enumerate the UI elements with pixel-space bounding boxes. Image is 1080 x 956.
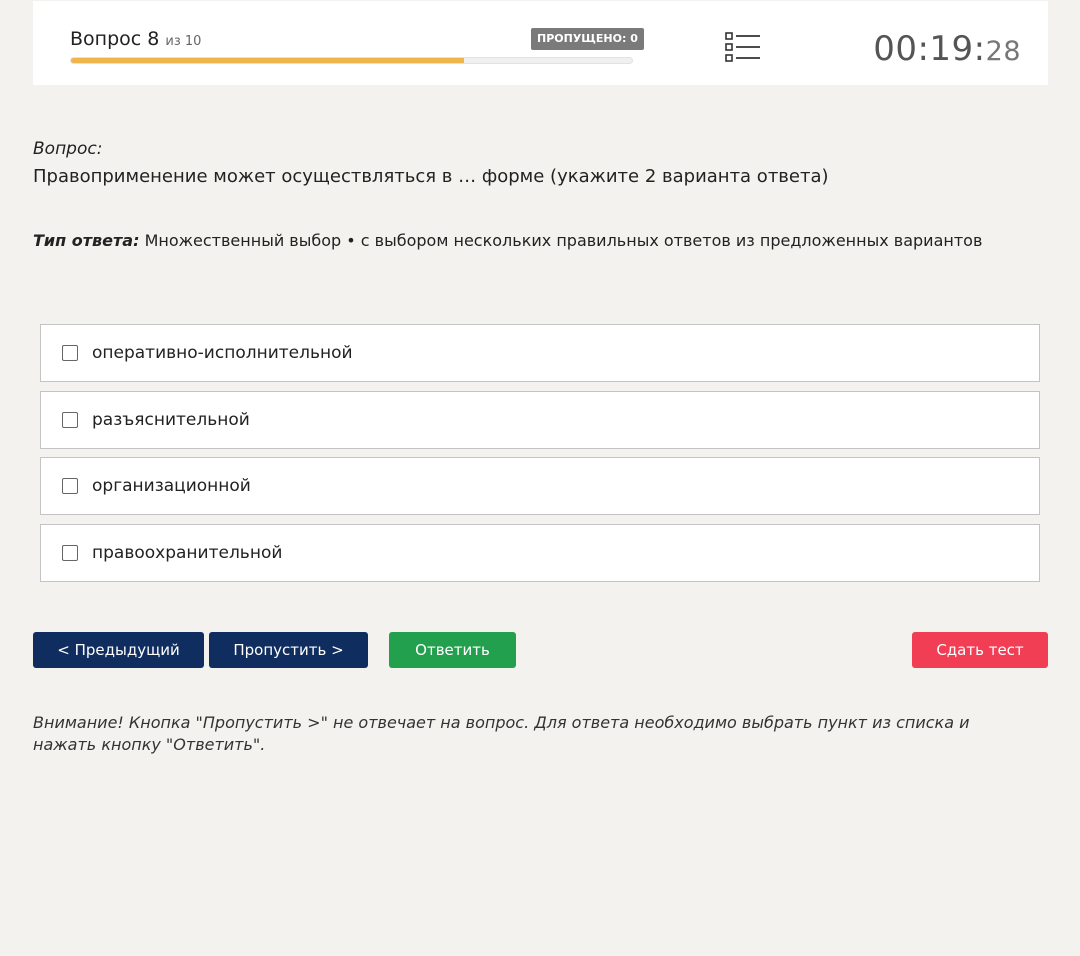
list-icon bbox=[725, 32, 760, 62]
checkbox[interactable] bbox=[62, 345, 78, 361]
question-label: Вопрос: bbox=[33, 139, 103, 159]
question-counter: Вопрос 8 из 10 bbox=[70, 28, 201, 50]
answer-option-label: правоохранительной bbox=[92, 542, 283, 563]
skip-button[interactable]: Пропустить > bbox=[209, 632, 368, 668]
answer-option-label: разъяснительной bbox=[92, 409, 250, 430]
answer-option-label: оперативно-исполнительной bbox=[92, 343, 353, 363]
question-total: из 10 bbox=[165, 34, 202, 49]
checkbox[interactable] bbox=[62, 544, 78, 561]
answer-option-label: организационной bbox=[92, 476, 251, 496]
timer-seconds: 28 bbox=[985, 36, 1021, 67]
timer-main: 00:19: bbox=[873, 29, 986, 69]
progress-bar-fill bbox=[71, 58, 464, 63]
quiz-header: Вопрос 8 из 10 ПРОПУЩЕНО: 0 00:19:28 bbox=[33, 1, 1048, 85]
answer-button[interactable]: Ответить bbox=[389, 632, 516, 668]
timer: 00:19:28 bbox=[873, 29, 1021, 69]
previous-button[interactable]: < Предыдущий bbox=[33, 632, 204, 668]
checkbox[interactable] bbox=[62, 411, 78, 428]
answer-option[interactable]: разъяснительной bbox=[40, 390, 1040, 449]
question-number: Вопрос 8 bbox=[70, 28, 160, 50]
answer-options: оперативно-исполнительной разъяснительно… bbox=[40, 324, 1040, 590]
finish-test-button[interactable]: Сдать тест bbox=[912, 632, 1048, 668]
checkbox[interactable] bbox=[62, 478, 78, 494]
warning-note: Внимание! Кнопка "Пропустить >" не отвеч… bbox=[33, 713, 970, 754]
answer-option[interactable]: правоохранительной bbox=[40, 523, 1040, 582]
question-text: Правоприменение может осуществляться в …… bbox=[33, 166, 829, 187]
progress-bar bbox=[70, 57, 633, 64]
skipped-badge: ПРОПУЩЕНО: 0 bbox=[531, 28, 644, 50]
answer-option[interactable]: оперативно-исполнительной bbox=[40, 324, 1040, 382]
answer-type-value: Множественный выбор • с выбором нескольк… bbox=[144, 231, 983, 250]
question-list-button[interactable] bbox=[725, 31, 761, 63]
answer-type-label: Тип ответа: bbox=[33, 231, 140, 250]
answer-option[interactable]: организационной bbox=[40, 457, 1040, 515]
answer-type: Тип ответа: Множественный выбор • с выбо… bbox=[33, 231, 982, 250]
